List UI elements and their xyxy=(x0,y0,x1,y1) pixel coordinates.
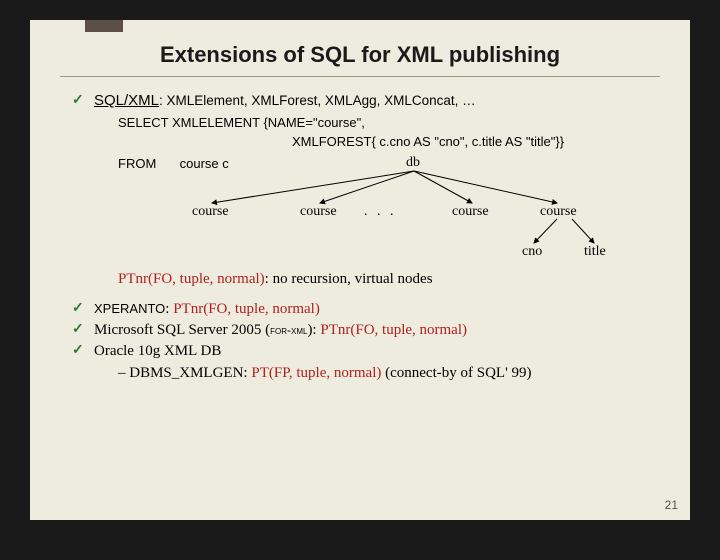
mssql-a: Microsoft SQL Server 2005 ( xyxy=(94,322,270,338)
tree-leaf-cno: cno xyxy=(522,243,542,262)
dbms-a: – DBMS_XMLGEN: xyxy=(118,365,251,381)
check-icon: ✓ xyxy=(72,300,84,319)
tree-child-4: course xyxy=(540,203,577,222)
sqlxml-rest: : XMLElement, XMLForest, XMLAgg, XMLConc… xyxy=(159,93,476,108)
check-icon: ✓ xyxy=(72,92,84,111)
sqlxml-label: SQL/XML xyxy=(94,92,159,109)
tree-diagram: db course course . . . course course cno… xyxy=(72,157,648,269)
divider xyxy=(60,76,660,77)
tree-dots: . . . xyxy=(364,203,397,222)
bullet-oracle: ✓ Oracle 10g XML DB xyxy=(72,341,648,361)
bullet-dbms: – DBMS_XMLGEN: PT(FP, tuple, normal) (co… xyxy=(72,363,648,383)
tree-child-3: course xyxy=(452,203,489,222)
bullet-sqlxml: ✓ SQL/XML: XMLElement, XMLForest, XMLAgg… xyxy=(72,91,648,112)
ptnr-desc: : no recursion, virtual nodes xyxy=(265,271,433,287)
mssql-forxml: for-xml xyxy=(270,323,307,337)
tree-child-2: course xyxy=(300,203,337,222)
check-icon: ✓ xyxy=(72,342,84,361)
bullet-xperanto: ✓ XPERANTO: PTnr(FO, tuple, normal) xyxy=(72,299,648,319)
slide-number: 21 xyxy=(665,498,678,512)
check-icon: ✓ xyxy=(72,321,84,340)
xperanto-colon: : xyxy=(165,301,173,317)
ptnr-args: (FO, tuple, normal) xyxy=(148,271,265,287)
xperanto-ptnr: PTnr xyxy=(173,301,203,317)
mssql-b: ): xyxy=(307,322,320,338)
ptnr-label: PTnr xyxy=(118,271,148,287)
tree-child-1: course xyxy=(192,203,229,222)
dbms-pt: PT xyxy=(251,365,269,381)
mssql-args: (FO, tuple, normal) xyxy=(350,322,467,338)
xperanto-label: XPERANTO xyxy=(94,301,165,316)
lower-bullets: ✓ XPERANTO: PTnr(FO, tuple, normal) ✓ Mi… xyxy=(72,299,648,383)
tree-root: db xyxy=(406,154,420,173)
dbms-args: (FP, tuple, normal) xyxy=(269,365,382,381)
forest-line: XMLFOREST{ c.cno AS "cno", c.title AS "t… xyxy=(72,133,648,151)
decor-square xyxy=(85,20,123,32)
xperanto-args: (FO, tuple, normal) xyxy=(203,301,320,317)
bullet-mssql: ✓ Microsoft SQL Server 2005 (for-xml): P… xyxy=(72,320,648,340)
ptnr-line: PTnr(FO, tuple, normal): no recursion, v… xyxy=(72,269,648,289)
slide-title: Extensions of SQL for XML publishing xyxy=(30,20,690,76)
select-line: SELECT XMLELEMENT {NAME="course", xyxy=(72,114,648,132)
mssql-ptnr: PTnr xyxy=(320,322,350,338)
oracle-text: Oracle 10g XML DB xyxy=(94,343,221,359)
tree-leaf-title: title xyxy=(584,243,606,262)
dbms-b: (connect-by of SQL' 99) xyxy=(381,365,531,381)
content: ✓ SQL/XML: XMLElement, XMLForest, XMLAgg… xyxy=(30,91,690,383)
slide: Extensions of SQL for XML publishing ✓ S… xyxy=(30,20,690,520)
